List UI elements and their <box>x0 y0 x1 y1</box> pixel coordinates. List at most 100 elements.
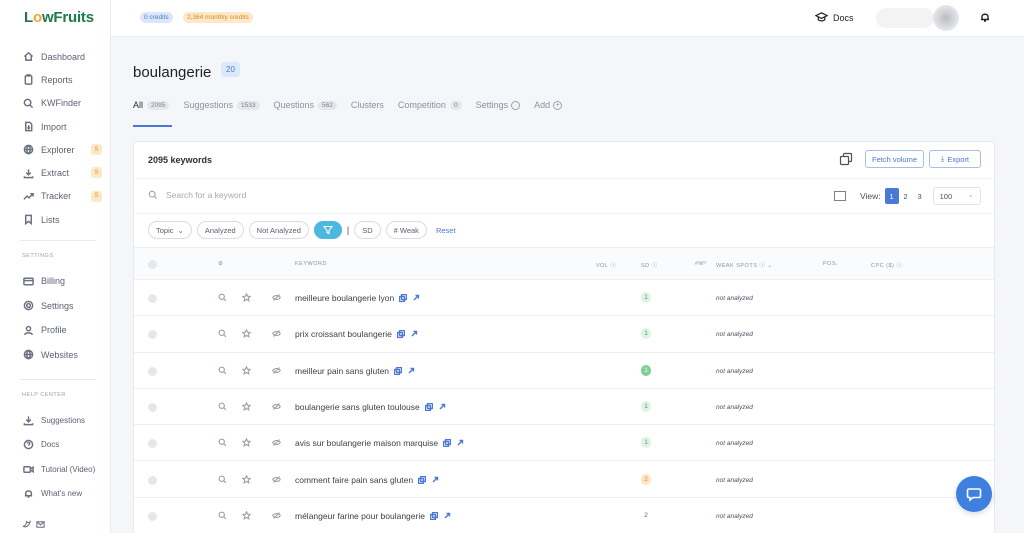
avatar[interactable] <box>933 5 959 31</box>
table-row[interactable]: meilleur pain sans gluten1not analyzed <box>134 353 995 389</box>
settings-col-icon[interactable]: ⚙ <box>218 261 223 267</box>
select-all-checkbox[interactable] <box>148 260 157 269</box>
col-keyword[interactable]: KEYWORD <box>295 261 327 267</box>
external-link-icon[interactable] <box>438 403 446 411</box>
sidebar-item-explorer[interactable]: ExplorerS <box>0 138 111 161</box>
copy-icon[interactable] <box>418 476 426 484</box>
tab-clusters[interactable]: Clusters <box>351 100 384 110</box>
external-link-icon[interactable] <box>431 476 439 484</box>
weak-filter[interactable]: # Weak <box>386 221 427 239</box>
col-sd[interactable]: SD ⓘ <box>641 261 658 269</box>
row-checkbox[interactable] <box>148 512 157 521</box>
col-pos[interactable]: POS. <box>823 261 838 267</box>
copy-icon[interactable] <box>443 439 451 447</box>
notification-bell-icon[interactable] <box>979 11 991 23</box>
table-row[interactable]: avis sur boulangerie maison marquise1not… <box>134 425 995 461</box>
search-icon[interactable] <box>218 329 228 339</box>
sd-filter[interactable]: SD <box>354 221 380 239</box>
table-row[interactable]: prix croissant boulangerie1not analyzed <box>134 316 995 352</box>
sidebar-item-docs[interactable]: Docs <box>0 433 111 458</box>
per-page-select[interactable]: 100⌄ <box>933 187 981 205</box>
col-wp[interactable]: #W² <box>695 261 707 267</box>
table-row[interactable]: boulangerie sans gluten toulouse1not ana… <box>134 389 995 425</box>
star-icon[interactable] <box>242 402 252 412</box>
row-checkbox[interactable] <box>148 403 157 412</box>
docs-link[interactable]: Docs <box>815 11 854 24</box>
sidebar-item-kwfinder[interactable]: KWFinder <box>0 92 111 115</box>
table-row[interactable]: mélangeur farine pour boulangerie2not an… <box>134 498 995 533</box>
row-checkbox[interactable] <box>148 476 157 485</box>
external-link-icon[interactable] <box>407 367 415 375</box>
page-button-2[interactable]: 2 <box>899 188 913 204</box>
col-weak-spots[interactable]: WEAK SPOTS ⓘ ⌄ <box>716 261 773 269</box>
sidebar-item-suggestions[interactable]: Suggestions <box>0 408 111 433</box>
account-pill[interactable] <box>876 8 934 28</box>
copy-icon[interactable] <box>430 512 438 520</box>
logo[interactable]: LowFruits <box>24 9 94 26</box>
copy-icon[interactable] <box>425 403 433 411</box>
star-icon[interactable] <box>242 293 252 303</box>
star-icon[interactable] <box>242 438 252 448</box>
sidebar-item-reports[interactable]: Reports <box>0 68 111 91</box>
search-icon[interactable] <box>218 438 228 448</box>
col-cpc[interactable]: CPC ($) ⓘ <box>871 261 902 269</box>
page-button-1[interactable]: 1 <box>885 188 899 204</box>
search-icon[interactable] <box>218 511 228 521</box>
copy-icon[interactable] <box>839 152 853 166</box>
row-checkbox[interactable] <box>148 367 157 376</box>
hide-icon[interactable] <box>272 402 282 412</box>
fetch-volume-button[interactable]: Fetch volume <box>865 150 924 168</box>
search-input[interactable]: Search for a keyword <box>148 190 246 200</box>
tab-add[interactable]: Add+ <box>534 100 562 110</box>
tab-suggestions[interactable]: Suggestions1533 <box>183 100 259 110</box>
hide-icon[interactable] <box>272 511 282 521</box>
search-icon[interactable] <box>218 402 228 412</box>
sidebar-item-extract[interactable]: ExtractS <box>0 161 111 184</box>
search-icon[interactable] <box>218 475 228 485</box>
table-view-icon[interactable] <box>834 191 846 201</box>
row-checkbox[interactable] <box>148 294 157 303</box>
star-icon[interactable] <box>242 475 252 485</box>
sidebar-item-profile[interactable]: Profile <box>0 318 111 343</box>
sidebar-item-dashboard[interactable]: Dashboard <box>0 45 111 68</box>
external-link-icon[interactable] <box>410 330 418 338</box>
sidebar-item-websites[interactable]: Websites <box>0 343 111 368</box>
export-button[interactable]: ⤓Export <box>929 150 981 168</box>
row-checkbox[interactable] <box>148 330 157 339</box>
star-icon[interactable] <box>242 366 252 376</box>
search-icon[interactable] <box>218 366 228 376</box>
tab-settings[interactable]: Settings· <box>476 100 521 110</box>
external-link-icon[interactable] <box>456 439 464 447</box>
reset-link[interactable]: Reset <box>436 226 456 235</box>
table-row[interactable]: meilleure boulangerie lyon1not analyzed <box>134 280 995 316</box>
chat-button[interactable] <box>956 476 992 512</box>
mail-icon[interactable] <box>36 520 45 529</box>
table-row[interactable]: comment faire pain sans gluten2not analy… <box>134 462 995 498</box>
sidebar-item-tracker[interactable]: TrackerS <box>0 185 111 208</box>
hide-icon[interactable] <box>272 329 282 339</box>
tab-questions[interactable]: Questions562 <box>274 100 337 110</box>
page-button-3[interactable]: 3 <box>913 188 927 204</box>
filter-button[interactable] <box>314 221 342 239</box>
not-analyzed-filter[interactable]: Not Analyzed <box>249 221 309 239</box>
search-icon[interactable] <box>218 293 228 303</box>
sidebar-item-lists[interactable]: Lists <box>0 208 111 231</box>
social-icon[interactable] <box>22 520 31 529</box>
sidebar-item-tutorial[interactable]: Tutorial (Video) <box>0 457 111 482</box>
copy-icon[interactable] <box>397 330 405 338</box>
tab-competition[interactable]: Competition0 <box>398 100 462 110</box>
hide-icon[interactable] <box>272 366 282 376</box>
external-link-icon[interactable] <box>412 294 420 302</box>
hide-icon[interactable] <box>272 438 282 448</box>
row-checkbox[interactable] <box>148 439 157 448</box>
hide-icon[interactable] <box>272 293 282 303</box>
copy-icon[interactable] <box>399 294 407 302</box>
external-link-icon[interactable] <box>443 512 451 520</box>
sidebar-item-import[interactable]: Import <box>0 115 111 138</box>
star-icon[interactable] <box>242 329 252 339</box>
col-vol[interactable]: VOL ⓘ <box>596 261 616 269</box>
tab-all[interactable]: All2095 <box>133 100 169 110</box>
hide-icon[interactable] <box>272 475 282 485</box>
analyzed-filter[interactable]: Analyzed <box>197 221 244 239</box>
star-icon[interactable] <box>242 511 252 521</box>
